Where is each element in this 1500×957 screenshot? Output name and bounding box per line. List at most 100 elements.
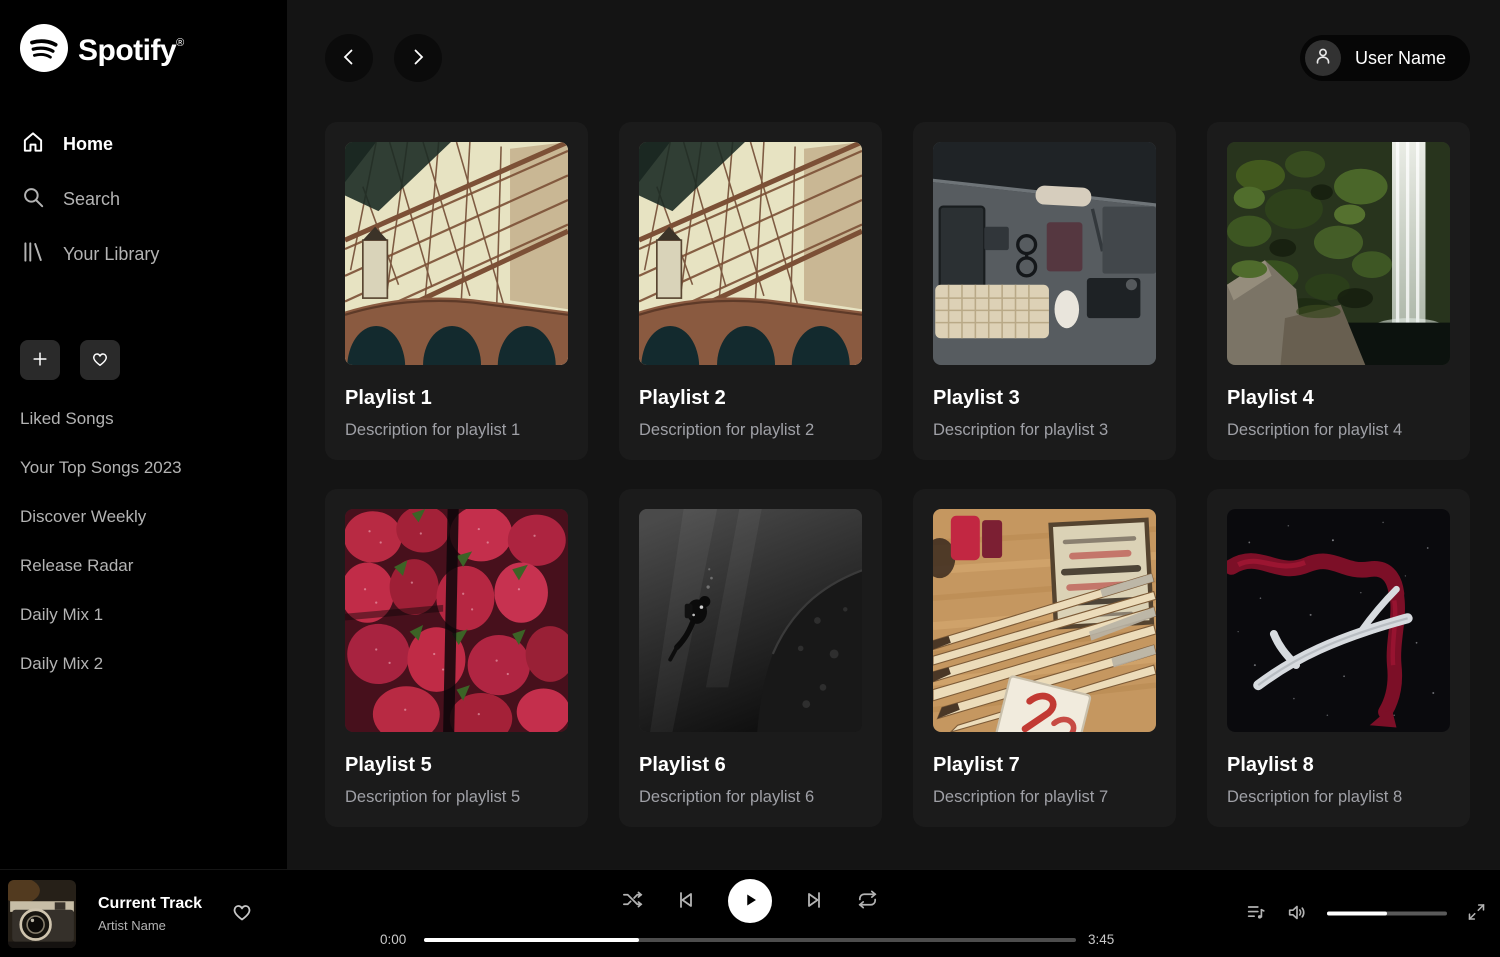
playlist-card-6[interactable]: Playlist 6 Description for playlist 6: [619, 489, 882, 827]
progress-section: 0:00 3:45: [380, 932, 1120, 947]
library-icon: [20, 239, 46, 270]
sidebar-nav: Home Search Your Library: [20, 117, 271, 282]
next-track-button[interactable]: [802, 888, 826, 915]
sidebar-playlist-link[interactable]: Liked Songs: [20, 394, 271, 443]
sidebar: Spotify® Home Search: [0, 0, 287, 869]
repeat-button[interactable]: [856, 888, 879, 914]
like-track-button[interactable]: [230, 900, 254, 927]
playlist-title: Playlist 6: [639, 754, 862, 777]
sidebar-playlist-link[interactable]: Release Radar: [20, 541, 271, 590]
shuffle-button[interactable]: [621, 888, 644, 914]
user-name: User Name: [1355, 48, 1446, 69]
volume-icon: [1286, 901, 1308, 926]
sidebar-item-search[interactable]: Search: [20, 172, 271, 227]
sidebar-playlist-link[interactable]: Your Top Songs 2023: [20, 443, 271, 492]
elapsed-time: 0:00: [380, 932, 412, 947]
liked-songs-button[interactable]: [80, 340, 120, 380]
previous-track-button[interactable]: [674, 888, 698, 915]
heart-icon: [230, 900, 254, 927]
avatar: [1305, 40, 1341, 76]
skip-forward-icon: [802, 888, 826, 915]
spotify-logo: Spotify®: [20, 24, 271, 77]
current-track-artist: Artist Name: [98, 918, 202, 933]
playlist-title: Playlist 7: [933, 754, 1156, 777]
total-duration: 3:45: [1088, 932, 1120, 947]
skip-back-icon: [674, 888, 698, 915]
volume-slider[interactable]: [1327, 912, 1447, 916]
playback-controls: [621, 879, 879, 923]
repeat-icon: [856, 888, 879, 914]
current-track-title: Current Track: [98, 895, 202, 913]
playlist-card-7[interactable]: Playlist 7 Description for playlist 7: [913, 489, 1176, 827]
playlist-description: Description for playlist 3: [933, 421, 1156, 440]
chevron-right-icon: [406, 45, 430, 72]
playlist-description: Description for playlist 1: [345, 421, 568, 440]
spotify-logo-icon: [20, 24, 68, 77]
volume-slider-fill: [1327, 912, 1387, 916]
app-window: Spotify® Home Search: [0, 0, 1500, 869]
playlist-card-8[interactable]: Playlist 8 Description for playlist 8: [1207, 489, 1470, 827]
now-playing-info: Current Track Artist Name: [8, 880, 254, 948]
seek-bar-fill: [424, 938, 639, 942]
plus-icon: [30, 349, 50, 372]
back-button[interactable]: [325, 34, 373, 82]
fullscreen-icon: [1466, 902, 1487, 926]
playlist-card-3[interactable]: Playlist 3 Description for playlist 3: [913, 122, 1176, 460]
playlist-title: Playlist 5: [345, 754, 568, 777]
sidebar-playlist-link[interactable]: Daily Mix 1: [20, 590, 271, 639]
sidebar-actions: [20, 340, 271, 380]
user-menu-button[interactable]: User Name: [1300, 35, 1470, 81]
user-icon: [1312, 45, 1334, 72]
playlist-title: Playlist 2: [639, 387, 862, 410]
forward-button[interactable]: [394, 34, 442, 82]
playlist-grid: Playlist 1 Description for playlist 1: [325, 122, 1470, 827]
playlist-description: Description for playlist 5: [345, 788, 568, 807]
playlist-title: Playlist 4: [1227, 387, 1450, 410]
playlist-card-4[interactable]: Playlist 4 Description for playlist 4: [1207, 122, 1470, 460]
sidebar-playlist-link[interactable]: Daily Mix 2: [20, 639, 271, 688]
player-right-controls: [1245, 901, 1487, 926]
playlist-card-5[interactable]: Playlist 5 Description for playlist 5: [325, 489, 588, 827]
playlist-description: Description for playlist 7: [933, 788, 1156, 807]
home-icon: [20, 129, 46, 160]
now-playing-album-art: [8, 880, 76, 948]
playlist-card-2[interactable]: Playlist 2 Description for playlist 2: [619, 122, 882, 460]
sidebar-playlist-link[interactable]: Discover Weekly: [20, 492, 271, 541]
play-icon: [739, 889, 761, 914]
play-button[interactable]: [728, 879, 772, 923]
playlist-cover-art: [639, 142, 862, 365]
playlist-cover-art: [933, 509, 1156, 732]
seek-bar[interactable]: [424, 938, 1076, 942]
chevron-left-icon: [337, 45, 361, 72]
search-icon: [20, 184, 46, 215]
registered-mark: ®: [176, 37, 184, 49]
main-content: User Name: [287, 0, 1500, 869]
volume-button[interactable]: [1286, 901, 1308, 926]
create-playlist-button[interactable]: [20, 340, 60, 380]
sidebar-item-your-library[interactable]: Your Library: [20, 227, 271, 282]
track-meta: Current Track Artist Name: [98, 895, 202, 933]
playlist-cover-art: [1227, 142, 1450, 365]
playlist-title: Playlist 8: [1227, 754, 1450, 777]
playlist-title: Playlist 1: [345, 387, 568, 410]
heart-icon: [90, 349, 110, 372]
playlist-card-1[interactable]: Playlist 1 Description for playlist 1: [325, 122, 588, 460]
sidebar-item-label: Home: [63, 134, 113, 155]
playlist-cover-art: [1227, 509, 1450, 732]
playback-controls-section: 0:00 3:45: [380, 879, 1120, 947]
playlist-title: Playlist 3: [933, 387, 1156, 410]
sidebar-item-home[interactable]: Home: [20, 117, 271, 172]
playlist-cover-art: [345, 142, 568, 365]
shuffle-icon: [621, 888, 644, 914]
sidebar-item-label: Your Library: [63, 244, 159, 265]
history-navigation: [325, 34, 442, 82]
queue-button[interactable]: [1245, 901, 1267, 926]
brand-name: Spotify®: [78, 34, 184, 68]
playlist-cover-art: [345, 509, 568, 732]
playlist-cover-art: [933, 142, 1156, 365]
playlist-description: Description for playlist 4: [1227, 421, 1450, 440]
sidebar-playlists: Liked Songs Your Top Songs 2023 Discover…: [20, 394, 271, 688]
playlist-description: Description for playlist 8: [1227, 788, 1450, 807]
playlist-cover-art: [639, 509, 862, 732]
fullscreen-button[interactable]: [1466, 902, 1487, 926]
